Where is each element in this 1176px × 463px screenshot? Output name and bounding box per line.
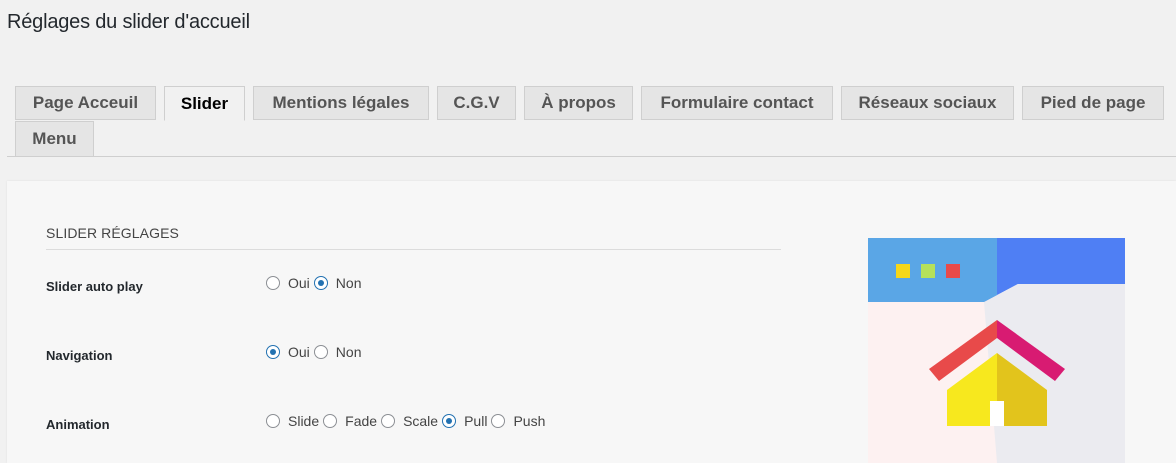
label-navigation: Navigation (46, 348, 113, 363)
option-animation-scale[interactable]: Scale (381, 413, 438, 429)
option-label: Non (335, 344, 362, 360)
radio-group-navigation: Oui Non (266, 344, 365, 360)
window-dot-green (921, 264, 935, 278)
option-animation-slide[interactable]: Slide (266, 413, 319, 429)
option-label: Fade (345, 413, 378, 429)
option-label: Non (335, 275, 362, 291)
option-auto-play-non[interactable]: Non (313, 275, 362, 291)
label-animation: Animation (46, 417, 110, 432)
page-title: Réglages du slider d'accueil (7, 11, 250, 33)
tab-reseaux-sociaux[interactable]: Réseaux sociaux (841, 86, 1014, 120)
settings-panel: SLIDER RÉGLAGES Slider auto play Oui Non… (7, 181, 1176, 463)
radio-button-checked[interactable] (442, 414, 457, 428)
house-door (990, 401, 1004, 426)
window-dot-red (946, 264, 960, 278)
radio-group-animation: Slide Fade Scale Pull Push (266, 413, 549, 429)
option-animation-push[interactable]: Push (491, 413, 545, 429)
home-page-illustration-icon (868, 238, 1125, 463)
section-title: SLIDER RÉGLAGES (46, 225, 179, 241)
settings-tabs: Page Acceuil Slider Mentions légales C.G… (0, 86, 1176, 157)
option-label: Oui (288, 344, 310, 360)
radio-button[interactable] (266, 414, 280, 428)
radio-button-checked[interactable] (313, 276, 328, 290)
radio-button[interactable] (381, 414, 396, 428)
tab-menu[interactable]: Menu (15, 121, 94, 157)
label-slider-auto-play: Slider auto play (46, 279, 143, 294)
option-label: Scale (403, 413, 439, 429)
tab-page-acceuil[interactable]: Page Acceuil (15, 86, 156, 120)
option-label: Oui (288, 275, 310, 291)
option-animation-pull[interactable]: Pull (442, 413, 487, 429)
option-label: Pull (464, 413, 488, 429)
radio-button[interactable] (491, 414, 506, 428)
option-auto-play-oui[interactable]: Oui (266, 275, 310, 291)
tabs-divider (7, 156, 1176, 157)
option-navigation-non[interactable]: Non (313, 344, 362, 360)
radio-button[interactable] (266, 276, 280, 290)
option-animation-fade[interactable]: Fade (323, 413, 377, 429)
tab-pied-de-page[interactable]: Pied de page (1022, 86, 1164, 120)
tab-slider[interactable]: Slider (164, 86, 245, 121)
radio-button[interactable] (323, 414, 338, 428)
option-label: Push (513, 413, 546, 429)
radio-group-slider-auto-play: Oui Non (266, 275, 365, 291)
radio-button[interactable] (313, 345, 328, 359)
option-navigation-oui[interactable]: Oui (266, 344, 310, 360)
window-dot-yellow (896, 264, 910, 278)
tab-mentions-legales[interactable]: Mentions légales (253, 86, 429, 120)
tab-formulaire-contact[interactable]: Formulaire contact (641, 86, 833, 120)
section-divider (46, 249, 781, 250)
tab-a-propos[interactable]: À propos (524, 86, 633, 120)
tab-cgv[interactable]: C.G.V (437, 86, 516, 120)
radio-button-checked[interactable] (266, 345, 280, 359)
option-label: Slide (288, 413, 320, 429)
